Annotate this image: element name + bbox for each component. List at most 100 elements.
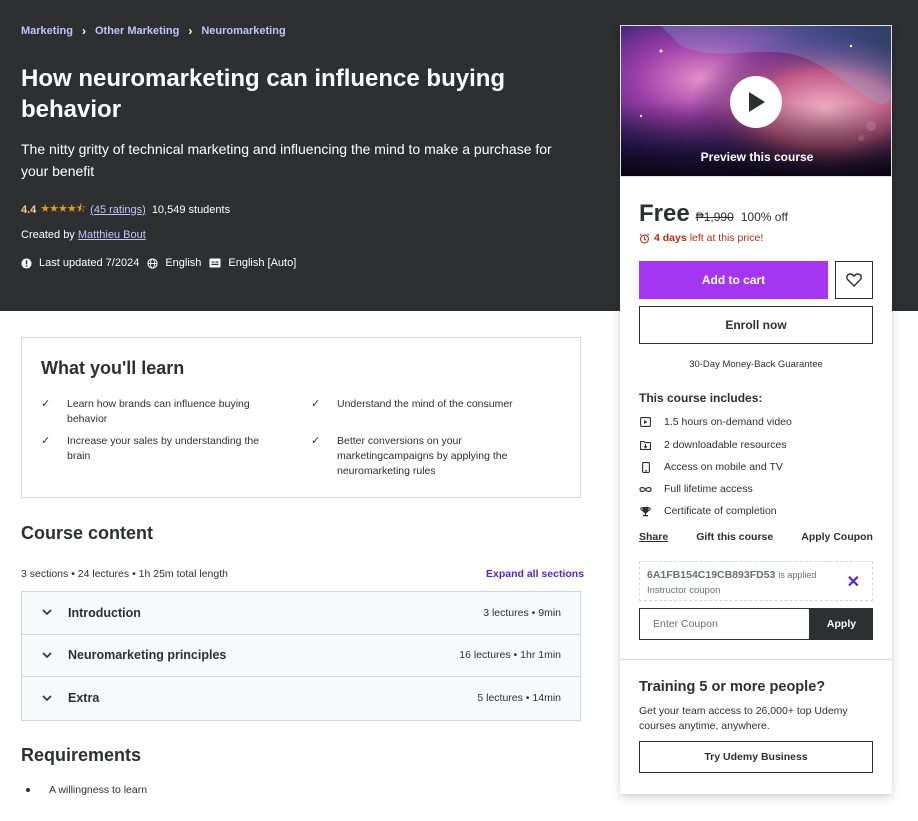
expand-all-sections-button[interactable]: Expand all sections [486,568,584,580]
infinity-icon [639,486,652,493]
learn-item-text: Understand the mind of the consumer [337,398,513,410]
apply-coupon-link[interactable]: Apply Coupon [801,531,873,543]
page-title: How neuromarketing can influence buying … [21,65,506,123]
play-icon[interactable] [730,76,782,128]
timer-text: left at this price! [689,232,764,244]
chevron-down-icon [42,652,54,659]
coupon-code: 6A1FB154C19CB893FD53 is applied [647,569,816,581]
globe-icon [147,257,158,269]
share-button[interactable]: Share [639,531,668,543]
learn-title: What you'll learn [41,358,185,378]
breadcrumb-marketing[interactable]: Marketing [21,25,73,37]
apply-coupon-button[interactable]: Apply [810,608,873,640]
section-info: 16 lectures • 1hr 1min [459,649,561,662]
star-rating-icon: ★★★★⯪ [40,203,86,215]
check-icon: ✓ [311,435,321,447]
add-to-cart-button[interactable]: Add to cart [639,261,828,299]
include-item: 1.5 hours on-demand video [639,416,792,428]
price-row: Free ₱1,990 100% off [639,200,788,228]
requirement-text: A willingness to learn [49,784,148,796]
include-item: Certificate of completion [639,505,777,517]
created-by-label: Created by [21,229,75,241]
include-item: Full lifetime access [639,483,753,495]
requirements-title: Requirements [21,745,142,765]
download-icon [639,440,652,450]
chevron-right-icon: › [188,24,193,38]
business-title: Training 5 or more people? [639,679,826,695]
remove-coupon-close-icon[interactable]: ✕ [847,572,860,592]
include-text: Full lifetime access [664,483,753,495]
gift-course-button[interactable]: Gift this course [696,531,773,543]
captions-text: English [Auto] [228,257,297,269]
section-name: Extra [68,691,100,706]
learn-item: ✓ Increase your sales by understanding t… [41,434,261,464]
students-count: 10,549 students [151,203,231,216]
created-by: Created by Matthieu Bout [21,229,146,241]
purchase-sidebar: Preview this course Free ₱1,990 100% off… [620,25,892,794]
business-text: Get your team access to 26,000+ top Udem… [639,705,848,732]
chevron-down-icon [42,695,54,702]
breadcrumb-neuromarketing[interactable]: Neuromarketing [201,25,285,37]
include-text: 2 downloadable resources [664,439,787,451]
learn-item: ✓ Learn how brands can influence buying … [41,397,261,427]
heart-icon [846,273,862,287]
current-price: Free [639,200,690,227]
breadcrumb-other-marketing[interactable]: Other Marketing [95,25,179,37]
sidebar-divider [620,659,892,660]
rating-value: 4.4 [21,203,37,216]
learn-item-text: Learn how brands can influence buying be… [67,398,250,425]
sidebar-links: Share Gift this course Apply Coupon [639,531,873,543]
include-item: Access on mobile and TV [639,461,783,473]
include-text: Certificate of completion [664,505,777,517]
preview-label: Preview this course [700,150,814,164]
coupon-applied-text: is applied [778,570,817,580]
learn-item-text: Increase your sales by understanding the… [67,435,260,462]
price-timer: 4 days left at this price! [639,232,763,244]
course-meta: Last updated 7/2024 English English [Aut… [21,257,304,269]
breadcrumb: Marketing › Other Marketing › Neuromarke… [21,24,286,38]
wishlist-button[interactable] [835,261,873,299]
section-name: Introduction [68,605,141,620]
course-captions: English [Auto] [209,257,296,269]
coupon-input[interactable] [639,608,810,640]
coupon-code-value: 6A1FB154C19CB893FD53 [647,569,776,581]
check-icon: ✓ [41,435,51,447]
course-preview[interactable]: Preview this course [620,25,892,177]
section-introduction[interactable]: Introduction 3 lectures • 9min [22,592,580,635]
include-text: 1.5 hours on-demand video [664,416,792,428]
section-info: 5 lectures • 14min [477,692,561,705]
course-language: English [147,257,201,269]
instructor-link[interactable]: Matthieu Bout [78,229,146,241]
section-info: 3 lectures • 9min [483,606,561,619]
section-extra[interactable]: Extra 5 lectures • 14min [22,677,580,720]
chevron-right-icon: › [81,24,86,38]
what-youll-learn: What you'll learn ✓ Learn how brands can… [21,337,581,498]
video-icon [639,417,652,427]
include-text: Access on mobile and TV [664,461,783,473]
includes-title: This course includes: [639,391,763,405]
original-price: ₱1,990 [695,210,734,224]
coupon-type: Instructor coupon [647,585,721,596]
mobile-icon [639,461,652,473]
try-udemy-business-button[interactable]: Try Udemy Business [639,741,873,773]
learn-item: ✓ Better conversions on your marketingca… [311,434,536,479]
course-subtitle: The nitty gritty of technical marketing … [21,141,552,179]
include-item: 2 downloadable resources [639,439,787,451]
bullet-icon [26,788,30,792]
trophy-icon [639,506,652,517]
check-icon: ✓ [41,398,51,410]
timer-days: 4 days [654,232,687,244]
section-neuromarketing-principles[interactable]: Neuromarketing principles 16 lectures • … [22,634,580,677]
ratings-count-link[interactable]: (45 ratings) [90,204,146,216]
chevron-down-icon [42,609,54,616]
last-updated-text: Last updated 7/2024 [39,257,140,269]
enroll-now-button[interactable]: Enroll now [639,306,873,344]
closed-captions-icon [209,258,221,268]
language-text: English [165,257,202,269]
money-back-guarantee: 30-Day Money-Back Guarantee [689,359,823,370]
learn-item-text: Better conversions on your marketingcamp… [337,435,508,477]
learn-item: ✓ Understand the mind of the consumer [311,397,561,412]
applied-coupon: 6A1FB154C19CB893FD53 is applied Instructo… [639,561,873,601]
rating-row: 4.4 ★★★★⯪ (45 ratings) 10,549 students [21,200,230,219]
course-content-title: Course content [21,523,154,543]
